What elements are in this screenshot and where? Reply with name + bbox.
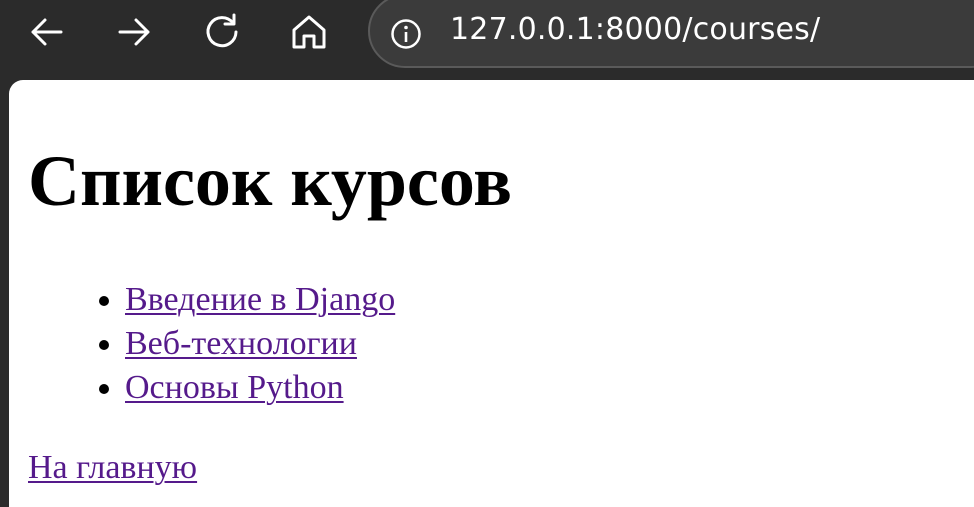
forward-arrow-icon xyxy=(118,18,150,46)
home-icon xyxy=(292,15,326,49)
info-icon[interactable] xyxy=(390,18,422,50)
list-item: Основы Python xyxy=(125,366,395,410)
browser-toolbar: 127.0.0.1:8000/courses/ xyxy=(0,0,974,80)
reload-icon xyxy=(206,13,238,48)
home-link[interactable]: На главную xyxy=(28,446,197,490)
url-text[interactable]: 127.0.0.1:8000/courses/ xyxy=(450,12,820,47)
forward-button[interactable] xyxy=(112,10,156,54)
address-bar[interactable]: 127.0.0.1:8000/courses/ xyxy=(368,0,974,68)
page-title: Список курсов xyxy=(28,141,512,221)
back-arrow-icon xyxy=(31,18,63,46)
course-list: Введение в Django Веб-технологии Основы … xyxy=(125,278,395,410)
back-button[interactable] xyxy=(25,10,69,54)
course-link-python[interactable]: Основы Python xyxy=(125,369,344,406)
home-button[interactable] xyxy=(287,10,331,54)
list-item: Введение в Django xyxy=(125,278,395,322)
page-viewport: Список курсов Введение в Django Веб-техн… xyxy=(9,80,974,507)
course-link-web[interactable]: Веб-технологии xyxy=(125,325,357,362)
reload-button[interactable] xyxy=(200,10,244,54)
list-item: Веб-технологии xyxy=(125,322,395,366)
course-link-django[interactable]: Введение в Django xyxy=(125,281,395,318)
